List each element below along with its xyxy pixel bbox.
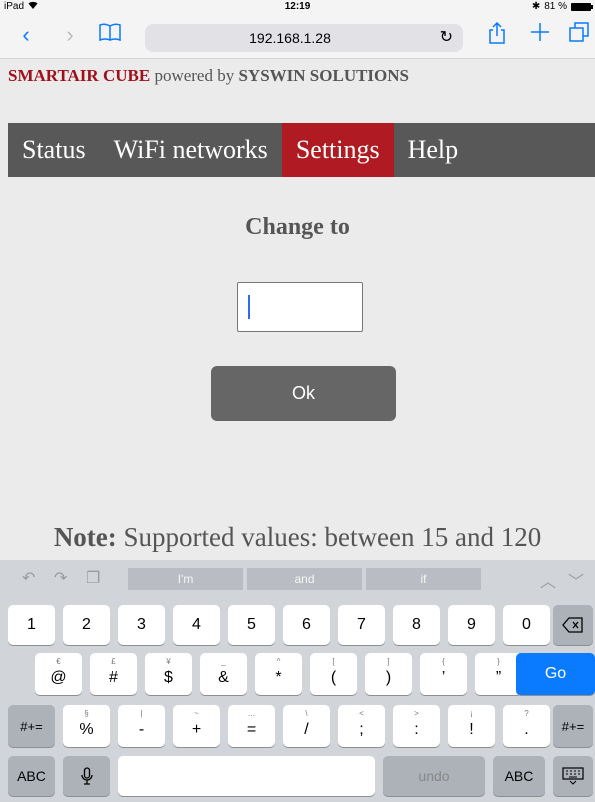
key-semicolon[interactable]: <; bbox=[338, 705, 385, 747]
key-slash[interactable]: \ / bbox=[283, 705, 330, 747]
suggestion-2[interactable]: and bbox=[247, 568, 362, 590]
text-caret bbox=[248, 295, 250, 319]
backspace-icon bbox=[553, 605, 593, 645]
chevron-up-icon[interactable]: ︿ bbox=[540, 568, 556, 592]
note-text: Note: Supported values: between 15 and 1… bbox=[0, 522, 595, 553]
key-hyphen[interactable]: | - bbox=[118, 705, 165, 747]
key-period[interactable]: ?. bbox=[503, 705, 550, 747]
chevron-down-icon[interactable]: ﹀ bbox=[568, 568, 584, 592]
ok-button[interactable]: Ok bbox=[211, 366, 396, 421]
forward-icon[interactable]: › bbox=[56, 22, 84, 48]
key-asterisk[interactable]: ^ * bbox=[255, 653, 302, 695]
key-open-paren[interactable]: [( bbox=[310, 653, 357, 695]
onscreen-keyboard: ↶ ↷ ❐ I'm and if ︿ ﹀ 1 2 3 4 5 6 7 8 9 0… bbox=[0, 560, 595, 802]
key-plus[interactable]: ~ + bbox=[173, 705, 220, 747]
suggestion-1[interactable]: I'm bbox=[128, 568, 243, 590]
paste-icon[interactable]: ❐ bbox=[86, 568, 100, 588]
key-7[interactable]: 7 bbox=[338, 605, 385, 645]
reload-icon[interactable]: ↻ bbox=[440, 24, 453, 52]
brand-powered-by: powered by bbox=[154, 66, 235, 85]
key-4[interactable]: 4 bbox=[173, 605, 220, 645]
undo-icon[interactable]: ↶ bbox=[22, 568, 35, 588]
note-body: Supported values: between 15 and 120 bbox=[123, 522, 542, 552]
share-icon[interactable] bbox=[483, 21, 511, 50]
status-bar: iPad 12:19 ✱ 81 % bbox=[0, 0, 595, 14]
suggestion-bar: ↶ ↷ ❐ I'm and if ︿ ﹀ bbox=[0, 560, 595, 598]
nav-settings[interactable]: Settings bbox=[281, 123, 394, 177]
undo-key[interactable]: undo bbox=[383, 756, 485, 796]
redo-icon[interactable]: ↷ bbox=[54, 568, 67, 588]
keyboard-icon bbox=[553, 756, 593, 796]
key-0[interactable]: 0 bbox=[503, 605, 550, 645]
address-bar[interactable]: 192.168.1.28 ↻ bbox=[145, 24, 463, 52]
nav-status[interactable]: Status bbox=[8, 123, 100, 177]
brand-line: SMARTAIR CUBE powered by SYSWIN SOLUTION… bbox=[8, 66, 409, 86]
nav-bar: Status WiFi networks Settings Help bbox=[8, 123, 595, 177]
bluetooth-icon: ✱ bbox=[531, 1, 541, 12]
key-dollar[interactable]: ¥ $ bbox=[145, 653, 192, 695]
abc-key-right[interactable]: ABC bbox=[493, 756, 545, 796]
new-tab-icon[interactable] bbox=[526, 22, 554, 48]
hide-keyboard-key[interactable] bbox=[553, 756, 593, 796]
key-apostrophe[interactable]: {’ bbox=[420, 653, 467, 695]
symbols-key-left[interactable]: #+= bbox=[8, 705, 55, 747]
clock: 12:19 bbox=[284, 1, 311, 12]
symbols-key-right[interactable]: #+= bbox=[553, 705, 593, 747]
key-1[interactable]: 1 bbox=[8, 605, 55, 645]
key-2[interactable]: 2 bbox=[63, 605, 110, 645]
battery-percent: 81 % bbox=[544, 1, 567, 12]
tabs-icon[interactable] bbox=[565, 22, 593, 48]
key-9[interactable]: 9 bbox=[448, 605, 495, 645]
nav-wifi-networks[interactable]: WiFi networks bbox=[100, 123, 282, 177]
nav-help[interactable]: Help bbox=[394, 123, 473, 177]
value-input[interactable] bbox=[237, 282, 363, 332]
key-exclamation[interactable]: ¡! bbox=[448, 705, 495, 747]
brand-company: SYSWIN SOLUTIONS bbox=[238, 66, 409, 85]
space-key[interactable] bbox=[118, 756, 375, 796]
key-6[interactable]: 6 bbox=[283, 605, 330, 645]
key-equals[interactable]: … = bbox=[228, 705, 275, 747]
go-key[interactable]: Go bbox=[516, 653, 595, 695]
key-close-paren[interactable]: ]) bbox=[365, 653, 412, 695]
suggestion-3[interactable]: if bbox=[366, 568, 481, 590]
url-text: 192.168.1.28 bbox=[249, 30, 331, 46]
key-quote[interactable]: }” bbox=[475, 653, 522, 695]
battery-icon bbox=[571, 2, 593, 11]
dictation-key[interactable] bbox=[63, 756, 110, 796]
microphone-icon bbox=[63, 756, 110, 796]
bookmarks-icon[interactable] bbox=[96, 22, 124, 48]
key-ampersand[interactable]: _ & bbox=[200, 653, 247, 695]
abc-key-left[interactable]: ABC bbox=[8, 756, 55, 796]
key-percent[interactable]: §% bbox=[63, 705, 110, 747]
key-hash[interactable]: £ # bbox=[90, 653, 137, 695]
brand-name: SMARTAIR CUBE bbox=[8, 66, 151, 85]
key-at[interactable]: € @ bbox=[35, 653, 82, 695]
browser-toolbar: ‹ › 192.168.1.28 ↻ bbox=[0, 14, 595, 59]
key-3[interactable]: 3 bbox=[118, 605, 165, 645]
delete-key[interactable] bbox=[553, 605, 593, 645]
key-colon[interactable]: >: bbox=[393, 705, 440, 747]
key-5[interactable]: 5 bbox=[228, 605, 275, 645]
key-8[interactable]: 8 bbox=[393, 605, 440, 645]
back-icon[interactable]: ‹ bbox=[12, 22, 40, 48]
change-to-heading: Change to bbox=[245, 214, 350, 240]
note-label: Note: bbox=[53, 522, 117, 552]
